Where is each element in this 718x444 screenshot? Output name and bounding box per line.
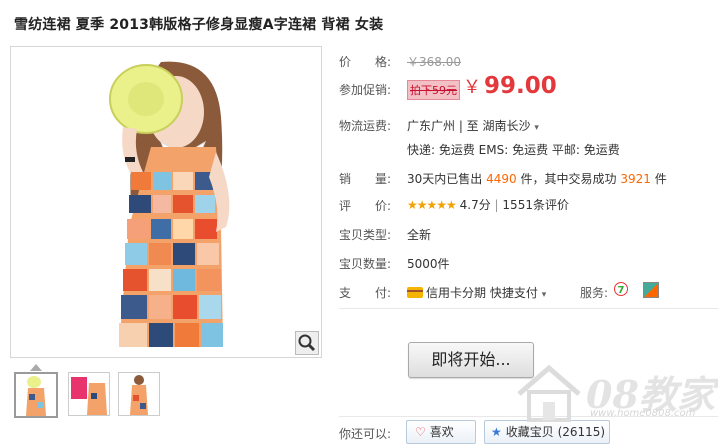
sales-prefix: 30天内已售出 <box>407 172 483 186</box>
credit-card-icon <box>407 287 423 298</box>
sales-label: 销 量: <box>339 172 392 186</box>
shipping-route-text: 广东广州 | 至 湖南长沙 <box>407 119 531 133</box>
heart-icon: ♡ <box>415 425 426 439</box>
product-title: 雪纺连裙 夏季 2013韩版格子修身显瘦A字连裙 背裙 女装 <box>14 17 384 33</box>
favorite-label: 收藏宝贝 (26115) <box>505 425 606 439</box>
divider <box>339 308 718 309</box>
quick-pay-text: 快捷支付 <box>489 286 538 300</box>
shipping-route[interactable]: 广东广州 | 至 湖南长沙 ▾ <box>407 117 539 134</box>
buy-button[interactable]: 即将开始... <box>408 342 534 378</box>
promo-price: ￥ 99.00 <box>463 73 557 99</box>
type-value: 全新 <box>407 228 432 242</box>
favorite-button[interactable]: ★ 收藏宝贝 (26115) <box>484 420 610 444</box>
seven-day-return-icon[interactable]: 7 <box>614 282 628 296</box>
reviews-link[interactable]: 1551条评价 <box>502 198 569 212</box>
credit-installment-link[interactable]: 信用卡分期 <box>426 286 486 300</box>
promo-tag: 拍下59元 <box>407 80 460 100</box>
rating-summary: ★★★★★ 4.7分 | 1551条评价 <box>407 196 569 213</box>
type-label: 宝贝类型: <box>339 228 392 242</box>
sales-mid: 件，其中交易成功 <box>520 172 617 186</box>
thumbnail-selector-caret <box>30 364 42 371</box>
original-price: ￥368.00 <box>407 55 461 69</box>
promo-label: 参加促销: <box>339 83 392 97</box>
sales-suffix: 件 <box>654 172 667 186</box>
sales-success-count: 3921 <box>620 172 651 186</box>
sales-count: 4490 <box>486 172 517 186</box>
thumbnail-2[interactable] <box>68 372 110 416</box>
rating-stars-icon: ★★★★★ <box>407 198 457 212</box>
product-main-image[interactable] <box>10 46 322 358</box>
consumer-protection-icon[interactable] <box>643 282 659 298</box>
sales-summary: 30天内已售出 4490 件，其中交易成功 3921 件 <box>407 170 667 187</box>
magnifier-icon <box>298 334 316 352</box>
thumbnail-1[interactable] <box>14 372 58 418</box>
payment-label: 支 付: <box>339 286 392 300</box>
watermark-url: www.home0808.com <box>590 408 696 419</box>
yen-symbol: ￥ <box>463 77 481 98</box>
like-button[interactable]: ♡ 喜欢 <box>406 420 476 444</box>
quick-pay-link[interactable]: 快捷支付 ▾ <box>490 286 546 300</box>
chevron-down-icon: ▾ <box>534 123 539 133</box>
rating-separator: | <box>494 198 499 212</box>
svg-text:7: 7 <box>618 285 625 296</box>
promo-price-value: 99.00 <box>484 73 557 99</box>
zoom-button[interactable] <box>295 331 319 355</box>
price-label: 价 格: <box>339 55 392 69</box>
rating-label: 评 价: <box>339 199 392 213</box>
shipping-label: 物流运费: <box>339 119 392 133</box>
chevron-down-icon: ▾ <box>541 290 547 300</box>
divider <box>339 416 718 417</box>
service-label: 服务: <box>580 286 609 300</box>
payment-options: 信用卡分期 快捷支付 ▾ <box>407 284 546 301</box>
shipping-fees: 快递: 免运费 EMS: 免运费 平邮: 免运费 <box>407 143 620 157</box>
also-can-label: 你还可以: <box>339 427 392 441</box>
quantity-value: 5000件 <box>407 257 450 271</box>
thumbnail-3[interactable] <box>118 372 160 416</box>
quantity-label: 宝贝数量: <box>339 257 392 271</box>
watermark-brand: 08教家 <box>586 372 715 417</box>
rating-score: 4.7分 <box>459 198 491 212</box>
like-label: 喜欢 <box>429 425 454 439</box>
dress-model-illustration <box>109 61 230 347</box>
star-icon: ★ <box>491 425 502 439</box>
